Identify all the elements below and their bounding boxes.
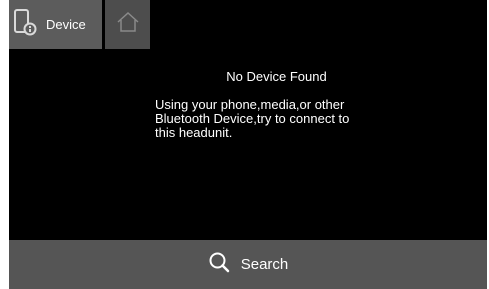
- content-area: No Device Found Using your phone,media,o…: [9, 0, 487, 240]
- bluetooth-screen: Device No Device Found Using your phone,…: [9, 0, 487, 289]
- search-label: Search: [240, 256, 289, 273]
- no-device-title: No Device Found: [226, 69, 327, 84]
- search-button[interactable]: Search: [9, 240, 487, 289]
- connect-instructions: Using your phone,media,or other Bluetoot…: [155, 97, 350, 140]
- search-icon: [208, 251, 230, 278]
